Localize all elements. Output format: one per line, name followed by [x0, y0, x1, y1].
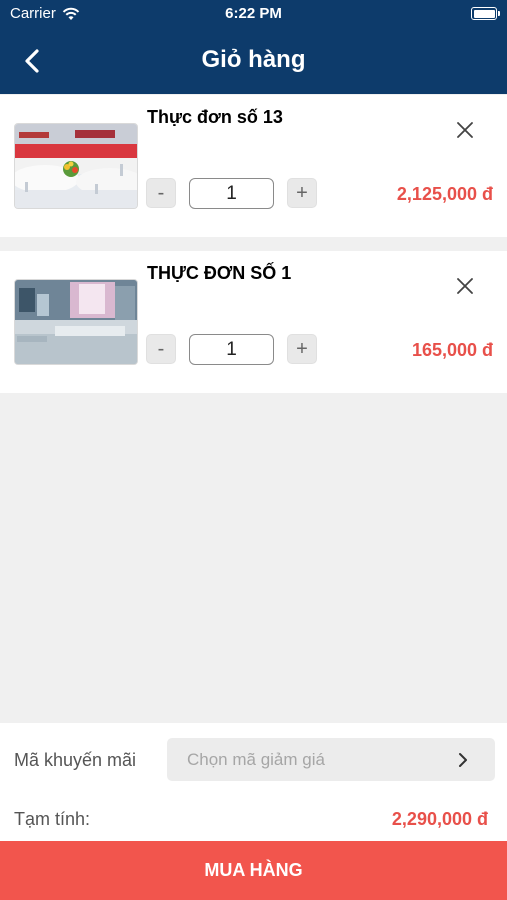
chevron-right-icon: [459, 753, 467, 767]
quantity-field[interactable]: 1: [189, 334, 274, 365]
banquet-table-photo: [15, 124, 137, 208]
item-price: 165,000 đ: [411, 340, 493, 360]
app-header: Carrier 6:22 PM Giỏ hàng: [0, 0, 507, 94]
status-bar: Carrier 6:22 PM: [0, 0, 507, 28]
cart-item: Thực đơn số 13 - 1 + 2,125,000 đ: [0, 95, 507, 237]
close-icon: [457, 122, 473, 138]
subtotal-value: 2,290,000 đ: [391, 809, 488, 829]
decrease-quantity-button[interactable]: -: [146, 178, 176, 208]
item-image: [14, 279, 138, 365]
remove-item-button[interactable]: [452, 273, 478, 299]
increase-quantity-button[interactable]: +: [287, 334, 317, 364]
nav-bar: Giỏ hàng: [0, 36, 507, 86]
buy-button[interactable]: MUA HÀNG: [0, 841, 507, 900]
promo-placeholder: Chọn mã giảm giá: [187, 750, 325, 769]
remove-item-button[interactable]: [452, 117, 478, 143]
item-image: [14, 123, 138, 209]
close-icon: [457, 278, 473, 294]
item-name: Thực đơn số 13: [147, 107, 283, 127]
subtotal-label: Tạm tính:: [14, 809, 91, 829]
item-price: 2,125,000 đ: [396, 184, 493, 204]
item-name: THỰC ĐƠN SỐ 1: [147, 263, 292, 283]
buffet-hall-photo: [15, 280, 137, 364]
increase-quantity-button[interactable]: +: [287, 178, 317, 208]
quantity-field[interactable]: 1: [189, 178, 274, 209]
page-title: Giỏ hàng: [201, 46, 306, 73]
status-time: 6:22 PM: [225, 5, 282, 22]
promo-code-select[interactable]: Chọn mã giảm giá: [167, 738, 495, 781]
battery-icon: [471, 7, 500, 20]
promo-label: Mã khuyến mãi: [14, 750, 137, 770]
cart-item: THỰC ĐƠN SỐ 1 - 1 + 165,000 đ: [0, 251, 507, 393]
decrease-quantity-button[interactable]: -: [146, 334, 176, 364]
